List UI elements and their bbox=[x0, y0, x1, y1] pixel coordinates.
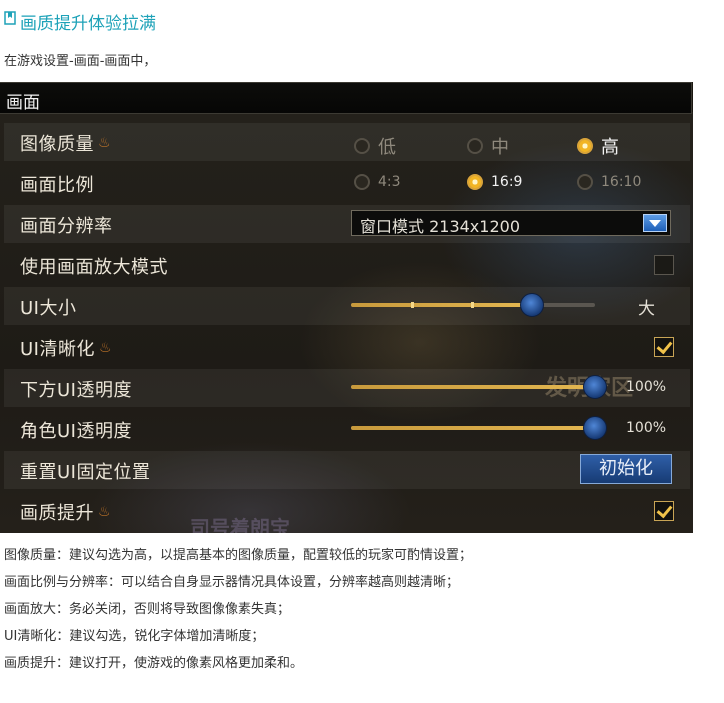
setting-label-text: UI大小 bbox=[20, 298, 77, 319]
slider-fill bbox=[351, 385, 595, 389]
setting-row-ui-size: UI大小 大 bbox=[4, 287, 690, 325]
setting-label: 重置UI固定位置 bbox=[20, 458, 150, 484]
setting-row-bottom-ui-opacity: 下方UI透明度 100% bbox=[4, 369, 690, 407]
slider-knob[interactable] bbox=[583, 416, 607, 440]
flame-icon: ♨ bbox=[98, 340, 113, 356]
setting-label: UI清晰化 ♨ bbox=[20, 335, 112, 361]
flame-icon: ♨ bbox=[98, 504, 112, 520]
radio-dot bbox=[354, 138, 370, 154]
panel-title-bar: 画面 bbox=[0, 82, 692, 114]
radio-label: 高 bbox=[601, 137, 619, 158]
resolution-select[interactable]: 窗口模式 2134x1200 bbox=[351, 210, 671, 236]
panel-title: 画面 bbox=[6, 93, 40, 113]
setting-label: 下方UI透明度 bbox=[20, 376, 132, 402]
slider-value: 大 bbox=[638, 299, 655, 319]
radio-quality-high[interactable]: 高 bbox=[577, 133, 619, 159]
radio-label: 低 bbox=[378, 137, 396, 158]
setting-label: 图像质量 ♨ bbox=[20, 130, 111, 156]
radio-ratio-16-10[interactable]: 16:10 bbox=[577, 174, 641, 190]
intro-text: 在游戏设置-画面-画面中， bbox=[4, 54, 157, 69]
note-line: 画质提升：建议打开，使游戏的像素风格更加柔和。 bbox=[4, 656, 304, 671]
setting-row-quality-enhance: 画质提升 ♨ bbox=[4, 492, 690, 530]
note-line: UI清晰化：建议勾选，锐化字体增加清晰度； bbox=[4, 629, 265, 644]
slider-value: 100% bbox=[626, 420, 667, 436]
slider-tick bbox=[471, 302, 474, 308]
setting-label: 画面比例 bbox=[20, 171, 94, 197]
setting-label: UI大小 bbox=[20, 294, 76, 320]
ui-size-slider[interactable] bbox=[351, 293, 595, 317]
radio-dot bbox=[467, 174, 483, 190]
setting-label-text: 下方UI透明度 bbox=[20, 380, 132, 401]
setting-label: 画面分辨率 bbox=[20, 212, 113, 238]
radio-quality-low[interactable]: 低 bbox=[354, 133, 396, 159]
radio-ratio-16-9[interactable]: 16:9 bbox=[467, 174, 522, 190]
slider-fill bbox=[351, 303, 532, 307]
bottom-ui-opacity-slider[interactable] bbox=[351, 375, 607, 399]
setting-label-text: UI清晰化 bbox=[20, 339, 95, 360]
initialize-button[interactable]: 初始化 bbox=[580, 454, 672, 484]
radio-quality-mid[interactable]: 中 bbox=[467, 133, 509, 159]
setting-row-zoom-mode: 使用画面放大模式 bbox=[4, 246, 690, 284]
chevron-down-icon[interactable] bbox=[643, 214, 667, 232]
setting-label-text: 画面比例 bbox=[20, 175, 94, 196]
note-line: 画面比例与分辨率：可以结合自身显示器情况具体设置，分辨率越高则越清晰； bbox=[4, 575, 460, 590]
setting-row-aspect-ratio: 画面比例 4:3 16:9 16:10 bbox=[4, 164, 690, 202]
resolution-value: 窗口模式 2134x1200 bbox=[360, 217, 520, 236]
setting-label-text: 图像质量 bbox=[20, 134, 94, 155]
heading-text: 画质提升体验拉满 bbox=[20, 13, 156, 34]
setting-label-text: 画质提升 bbox=[20, 503, 94, 524]
slider-value: 100% bbox=[626, 379, 667, 395]
slider-knob[interactable] bbox=[519, 293, 544, 317]
setting-label-text: 角色UI透明度 bbox=[20, 421, 132, 442]
setting-label: 角色UI透明度 bbox=[20, 417, 132, 443]
ui-sharpen-checkbox[interactable] bbox=[654, 337, 674, 357]
setting-row-resolution: 画面分辨率 窗口模式 2134x1200 bbox=[4, 205, 690, 243]
radio-dot bbox=[577, 174, 593, 190]
note-line: 图像质量：建议勾选为高，以提高基本的图像质量，配置较低的玩家可酌情设置； bbox=[4, 548, 473, 563]
radio-dot bbox=[577, 138, 593, 154]
zoom-mode-checkbox[interactable] bbox=[654, 255, 674, 275]
bookmark-icon bbox=[4, 11, 16, 25]
slider-tick bbox=[411, 302, 414, 308]
radio-label: 16:10 bbox=[601, 174, 642, 190]
slider-knob[interactable] bbox=[583, 375, 607, 399]
setting-row-reset-ui-position: 重置UI固定位置 初始化 bbox=[4, 451, 690, 489]
character-ui-opacity-slider[interactable] bbox=[351, 416, 607, 440]
setting-label-text: 使用画面放大模式 bbox=[20, 257, 168, 278]
radio-dot bbox=[354, 174, 370, 190]
setting-row-character-ui-opacity: 角色UI透明度 100% bbox=[4, 410, 690, 448]
setting-label-text: 画面分辨率 bbox=[20, 216, 113, 237]
settings-panel: 发明家区 司号着朗宝 画面 图像质量 ♨ 低 中 高 画面比例 4:3 bbox=[0, 82, 693, 533]
radio-label: 16:9 bbox=[491, 174, 523, 190]
radio-label: 4:3 bbox=[378, 174, 401, 190]
setting-label: 画质提升 ♨ bbox=[20, 499, 111, 525]
quality-enhance-checkbox[interactable] bbox=[654, 501, 674, 521]
setting-row-ui-sharpen: UI清晰化 ♨ bbox=[4, 328, 690, 366]
radio-label: 中 bbox=[491, 137, 509, 158]
flame-icon: ♨ bbox=[98, 135, 112, 151]
notes-list: 图像质量：建议勾选为高，以提高基本的图像质量，配置较低的玩家可酌情设置； 画面比… bbox=[4, 546, 472, 681]
radio-ratio-4-3[interactable]: 4:3 bbox=[354, 174, 401, 190]
setting-row-image-quality: 图像质量 ♨ 低 中 高 bbox=[4, 123, 690, 161]
setting-label: 使用画面放大模式 bbox=[20, 253, 168, 279]
section-heading: 画质提升体验拉满 bbox=[4, 8, 156, 34]
radio-dot bbox=[467, 138, 483, 154]
slider-fill bbox=[351, 426, 595, 430]
note-line: 画面放大：务必关闭，否则将导致图像像素失真； bbox=[4, 602, 291, 617]
setting-label-text: 重置UI固定位置 bbox=[20, 462, 151, 483]
